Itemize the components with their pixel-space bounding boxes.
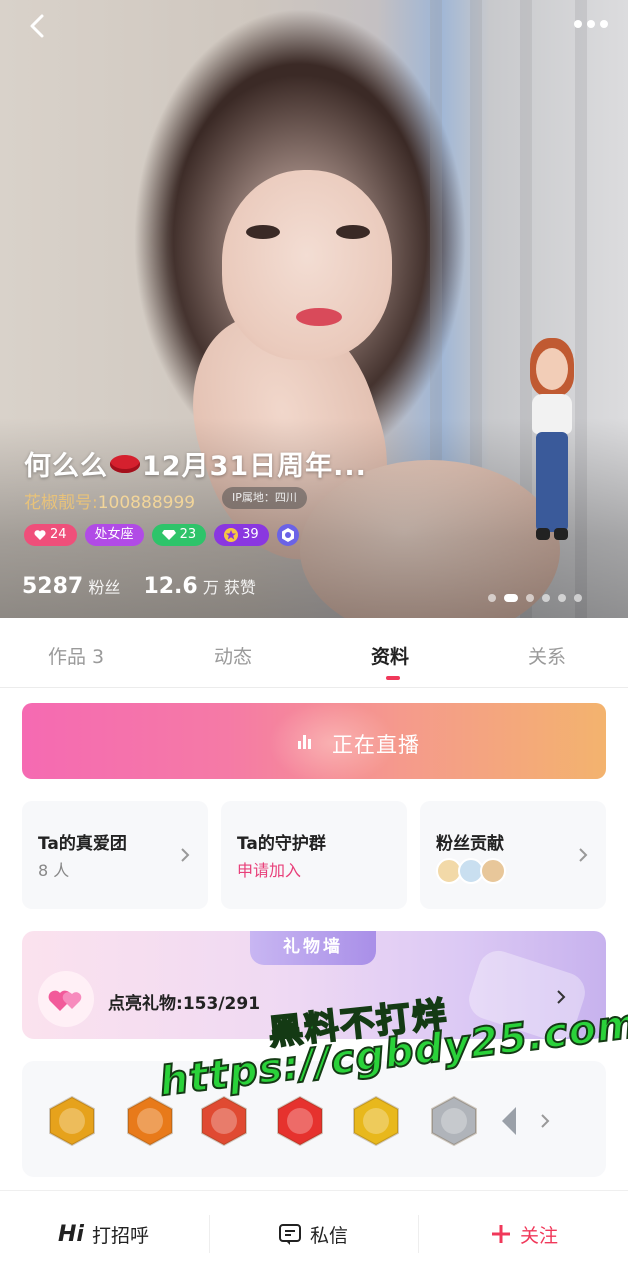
avatar-head (536, 348, 568, 390)
tab-info[interactable]: 资料 (371, 642, 409, 669)
likes-label: 万 获赞 (202, 578, 256, 597)
gift-lit-label: 点亮礼物: (108, 994, 183, 1014)
id-label: 花椒靓号: (24, 493, 98, 513)
hexagon-star-icon (281, 528, 294, 542)
lips-emoji-icon (110, 455, 140, 473)
avatar-shoe (536, 528, 550, 540)
gold-coin-medal-icon[interactable] (350, 1095, 402, 1147)
greet-label: 打招呼 (91, 1224, 149, 1247)
star-icon (224, 528, 239, 542)
gear-badge[interactable] (276, 524, 299, 546)
fan-club-title: Ta的真爱团 (38, 834, 127, 854)
heart-medal-icon[interactable] (274, 1095, 326, 1147)
active-tab-indicator (386, 676, 400, 680)
star-badge-value: 39 (242, 527, 259, 542)
avatar-shoe (554, 528, 568, 540)
chevron-right-icon (541, 1114, 550, 1128)
live-bars-icon (298, 735, 311, 749)
profile-name: 何么么 12月31日周年... (24, 444, 367, 483)
plus-icon (492, 1225, 510, 1243)
heart-icon (34, 530, 46, 540)
carousel-dot[interactable] (542, 594, 550, 602)
fan-contribution-title: 粉丝贡献 (436, 834, 504, 854)
3d-avatar-figure[interactable] (522, 338, 582, 550)
profile-stats: 5287 粉丝 12.6 万 获赞 (22, 574, 274, 599)
id-value: 100888999 (97, 493, 196, 513)
chevron-right-icon (579, 848, 588, 862)
name-part-2: 12月31日周年... (142, 451, 367, 482)
carousel-dot[interactable] (504, 594, 518, 602)
back-button[interactable] (22, 8, 58, 44)
more-dots-icon (574, 20, 608, 28)
gift-heart-icon (38, 971, 94, 1027)
diamond-icon (161, 530, 176, 540)
name-part-1: 何么么 (24, 451, 108, 482)
profile-page: 何么么 12月31日周年... 花椒靓号:100888999 IP属地：四川 24… (0, 0, 628, 1280)
fans-label: 粉丝 (88, 578, 121, 597)
profile-badges: 24 处女座 23 39 (24, 524, 299, 548)
photo-face (222, 170, 392, 360)
level-badge[interactable]: 24 (24, 524, 77, 546)
photo-eye (246, 225, 280, 239)
message-icon (279, 1224, 301, 1245)
photo-eye (336, 225, 370, 239)
fan-club-card[interactable]: Ta的真爱团 8 人 (22, 801, 208, 909)
fan-avatar[interactable] (480, 858, 506, 884)
live-now-banner[interactable]: 正在直播 (22, 703, 606, 779)
divider (418, 1215, 419, 1253)
gold-medal-1-icon[interactable] (46, 1095, 98, 1147)
carousel-dot[interactable] (488, 594, 496, 602)
follow-button[interactable]: 关注 (490, 1211, 558, 1257)
ip-location-badge: IP属地：四川 (222, 487, 307, 509)
guard-group-title: Ta的守护群 (237, 834, 326, 854)
bottom-action-bar: Hi 打招呼 私信 关注 (0, 1190, 628, 1280)
tab-works[interactable]: 作品 3 (48, 642, 104, 669)
carousel-dot[interactable] (558, 594, 566, 602)
fan-contribution-card[interactable]: 粉丝贡献 (420, 801, 606, 909)
carousel-indicator (488, 594, 582, 602)
message-button[interactable]: 私信 (278, 1211, 348, 1257)
level-badge-value: 24 (50, 527, 67, 542)
guard-group-join[interactable]: 申请加入 (237, 857, 301, 881)
carousel-dot[interactable] (526, 594, 534, 602)
message-label: 私信 (310, 1224, 349, 1247)
greet-button[interactable]: Hi 打招呼 (58, 1211, 149, 1257)
more-button[interactable] (572, 14, 610, 34)
gift-lit-count: 153 (182, 994, 219, 1014)
fan-club-count: 8 人 (38, 861, 70, 880)
photo-lips (296, 308, 342, 326)
profile-id[interactable]: 花椒靓号:100888999 (24, 488, 195, 513)
diamond-medal-icon[interactable] (500, 1095, 516, 1147)
live-label: 正在直播 (332, 733, 420, 757)
gift-total-count: 291 (224, 994, 261, 1014)
zodiac-badge-value: 处女座 (94, 527, 134, 542)
red-medal-icon[interactable] (198, 1095, 250, 1147)
likes-count[interactable]: 12.6 (143, 574, 197, 599)
star-badge[interactable]: 39 (214, 524, 269, 546)
wealth-badge[interactable]: 23 (151, 524, 207, 546)
follow-label: 关注 (520, 1224, 559, 1247)
chevron-left-icon (30, 14, 44, 38)
tab-relations[interactable]: 关系 (528, 642, 566, 669)
avatar-shirt (532, 394, 572, 434)
chevron-right-icon (181, 848, 190, 862)
wealth-badge-value: 23 (179, 527, 197, 542)
hi-icon: Hi (58, 1221, 84, 1247)
divider (209, 1215, 210, 1253)
silver-medal-icon[interactable] (428, 1095, 480, 1147)
chevron-right-icon (557, 990, 566, 1004)
gift-wall-tag: 礼物墙 (250, 931, 376, 965)
carousel-dot[interactable] (574, 594, 582, 602)
zodiac-badge[interactable]: 处女座 (84, 524, 144, 546)
guard-group-card[interactable]: Ta的守护群 申请加入 (221, 801, 407, 909)
tab-feed[interactable]: 动态 (214, 642, 252, 669)
profile-tabs: 作品 3 动态 资料 关系 (0, 618, 628, 688)
avatar-jeans (536, 432, 568, 532)
fans-count[interactable]: 5287 (22, 574, 83, 599)
gift-lit-progress: 点亮礼物:153/291 (108, 994, 261, 1014)
